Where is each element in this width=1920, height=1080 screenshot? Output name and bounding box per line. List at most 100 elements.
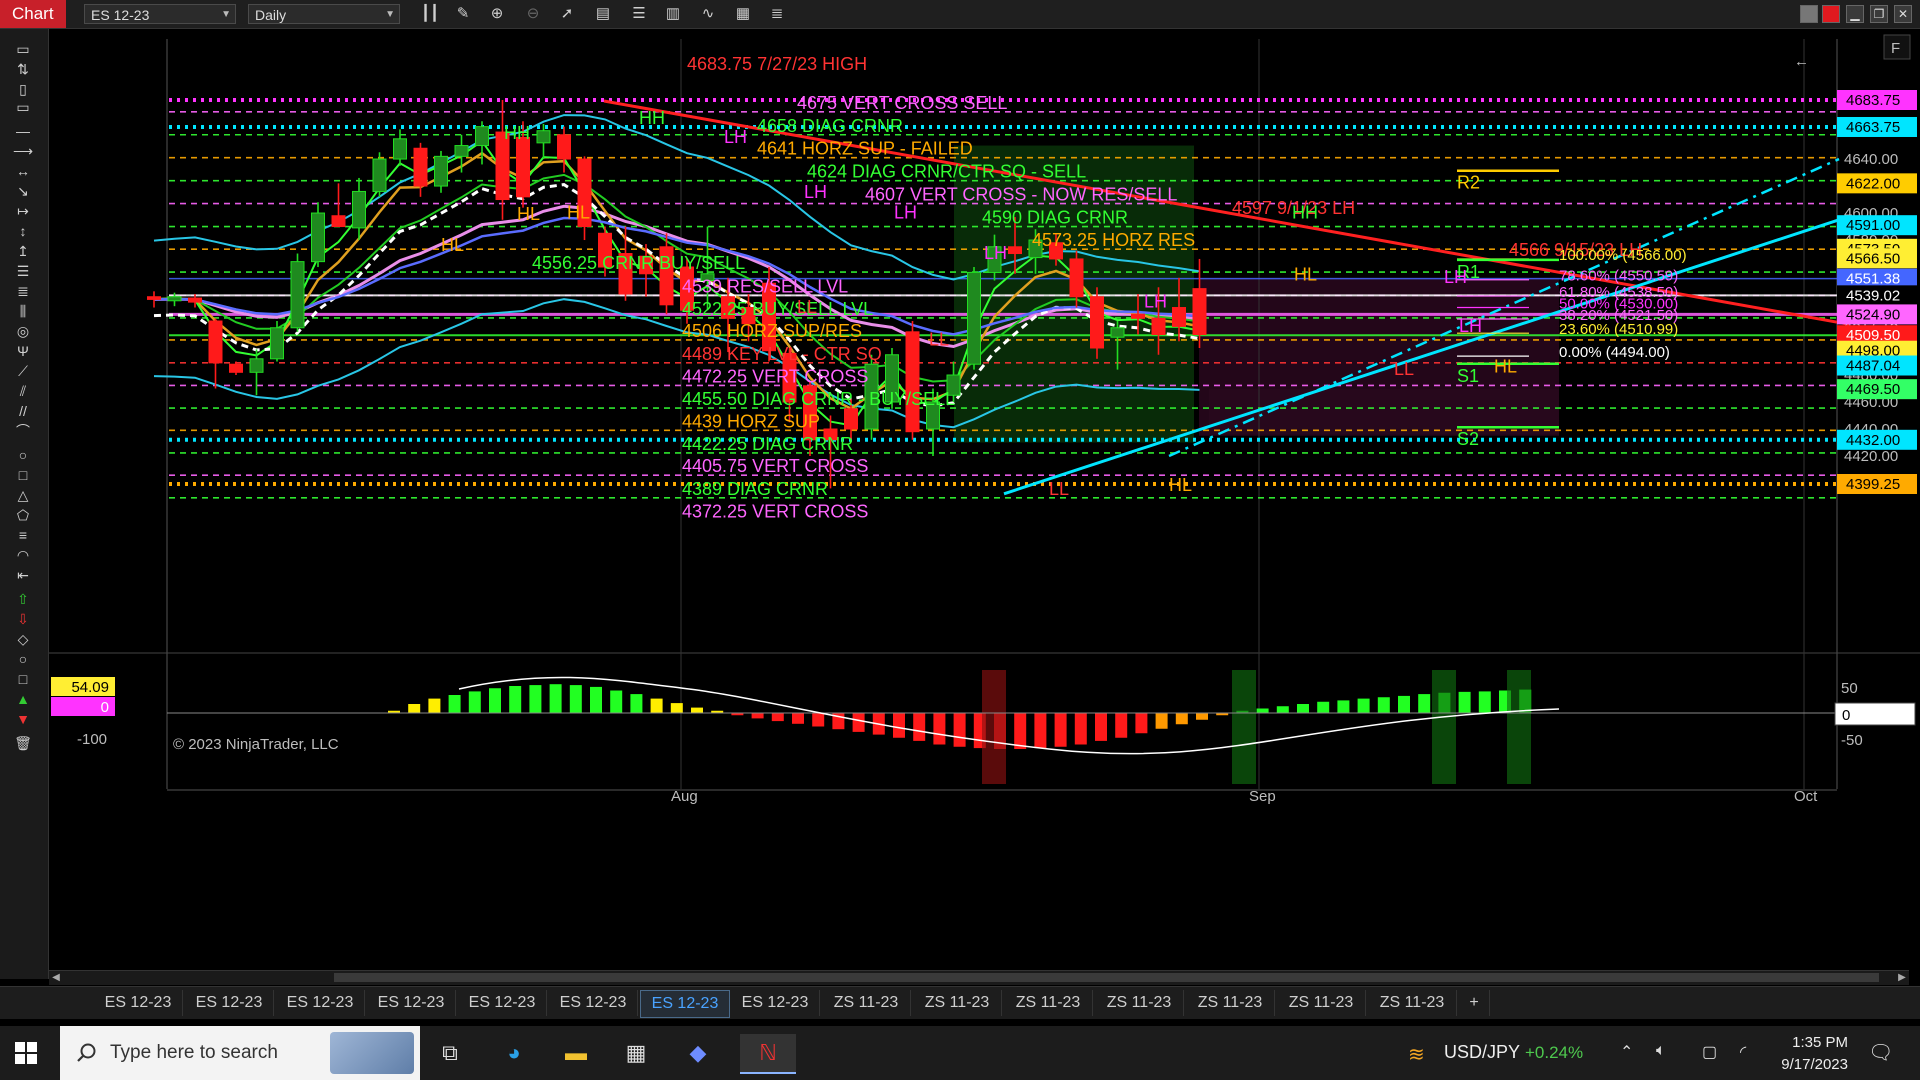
gann-fan-icon[interactable]: ⟋	[12, 361, 34, 381]
task-view-icon[interactable]: ⧉	[430, 1034, 470, 1072]
diamond-icon[interactable]: ◇	[12, 629, 34, 649]
scroll-right-icon[interactable]: ▶	[1895, 971, 1909, 985]
pointer-icon[interactable]: ➚	[556, 4, 578, 24]
price-chart[interactable]: 4683.75 7/27/23 HIGH 4675 VERT CROSS SELL…	[49, 29, 1920, 974]
arc-icon[interactable]: ◠	[12, 545, 34, 565]
arrow-down-icon[interactable]: ⇩	[12, 609, 34, 629]
vertical-line-icon[interactable]: ↕	[12, 221, 34, 241]
extended-line-icon[interactable]: ↔	[12, 161, 34, 181]
chart-tab[interactable]: ZS 11-23	[822, 990, 911, 1016]
clock-date[interactable]: 9/17/2023	[1752, 1056, 1848, 1073]
chart-tab[interactable]: ES 12-23	[640, 990, 730, 1018]
interval-selector[interactable]: Daily ▼	[248, 4, 400, 24]
arrow-line-icon[interactable]: ↘	[12, 181, 34, 201]
zoom-out-icon[interactable]: ⊖	[522, 4, 544, 24]
time-cycles-icon[interactable]: ⌒	[12, 421, 34, 441]
triangle-up-icon[interactable]: ▲	[12, 689, 34, 709]
chart-tab[interactable]: ZS 11-23	[1004, 990, 1093, 1016]
list-icon[interactable]: ≣	[766, 4, 788, 24]
calculator-icon[interactable]: ▦	[616, 1034, 656, 1072]
chart-tab[interactable]: ES 12-23	[276, 990, 365, 1016]
fib-time-icon[interactable]: ⫼	[12, 301, 34, 321]
line-icon[interactable]: —	[12, 121, 34, 141]
instrument-selector[interactable]: ES 12-23 ▼	[84, 4, 236, 24]
speaker-icon[interactable]: 🔈︎	[1656, 1042, 1666, 1060]
scrollbar-thumb[interactable]	[334, 973, 1879, 982]
chart-tab[interactable]: ZS 11-23	[1095, 990, 1184, 1016]
window-restore-button[interactable]: ❐	[1870, 5, 1888, 23]
chart-tab[interactable]: ES 12-23	[185, 990, 274, 1016]
chart-panel[interactable]: 4683.75 7/27/23 HIGH 4675 VERT CROSS SELL…	[49, 29, 1920, 974]
ellipse-icon[interactable]: ○	[12, 445, 34, 465]
ticker-symbol[interactable]: USD/JPY	[1444, 1042, 1520, 1063]
zoom-in-icon[interactable]: ⊕	[486, 4, 508, 24]
indicators-icon[interactable]: ▥	[662, 4, 684, 24]
ray-icon[interactable]: ⟶	[12, 141, 34, 161]
clock-time[interactable]: 1:35 PM	[1752, 1034, 1848, 1051]
triangle-icon[interactable]: △	[12, 485, 34, 505]
square-icon[interactable]: □	[12, 669, 34, 689]
minimize-button[interactable]	[1800, 5, 1818, 23]
window-close-button[interactable]: ✕	[1894, 5, 1912, 23]
search-highlight-image	[330, 1032, 414, 1074]
chart-tab[interactable]: ES 12-23	[94, 990, 183, 1016]
app-icon[interactable]: ◆	[678, 1034, 718, 1072]
chart-tab[interactable]: ES 12-23	[458, 990, 547, 1016]
wifi-icon[interactable]: ◜	[1740, 1042, 1746, 1062]
chart-tab[interactable]: ES 12-23	[367, 990, 456, 1016]
fib-circle-icon[interactable]: ◎	[12, 321, 34, 341]
trash-icon[interactable]: 🗑	[12, 733, 34, 753]
andrews-pitchfork-icon[interactable]: Ψ	[12, 341, 34, 361]
chart-tab[interactable]: ZS 11-23	[1277, 990, 1366, 1016]
swing-label: HH	[504, 123, 530, 143]
chevron-up-icon[interactable]: ⌃	[1620, 1042, 1633, 1062]
price-marker-icon[interactable]: ▯	[12, 79, 34, 99]
chart-tab[interactable]: ZS 11-23	[1186, 990, 1275, 1016]
triangle-down-icon[interactable]: ▼	[12, 709, 34, 729]
oscillator-bar	[569, 685, 582, 713]
chart-tab[interactable]: ZS 11-23	[913, 990, 1002, 1016]
ninjatrader-icon[interactable]: ℕ	[740, 1034, 796, 1074]
edge-icon[interactable]: ◕	[494, 1034, 534, 1072]
strategies-icon[interactable]: ∿	[697, 4, 719, 24]
add-tab-button[interactable]: +	[1459, 990, 1490, 1016]
scroll-left-icon[interactable]: ◀	[49, 971, 63, 985]
level-label: 4573.25 HORZ RES	[1032, 230, 1195, 250]
fib-retracement-icon[interactable]: ☰	[12, 261, 34, 281]
notifications-icon[interactable]: 🗨︎	[1868, 1040, 1893, 1065]
candle-body	[188, 297, 202, 303]
data-box-icon[interactable]: ▤	[592, 4, 614, 24]
horizontal-scrollbar[interactable]: ◀ ▶	[49, 970, 1909, 985]
trend-channel-icon[interactable]: //	[12, 401, 34, 421]
chart-tab[interactable]: ES 12-23	[549, 990, 638, 1016]
templates-icon[interactable]: ▦	[732, 4, 754, 24]
arrow-up-icon[interactable]: ⇧	[12, 589, 34, 609]
oscillator-bar	[1054, 713, 1067, 747]
instrument-value: ES 12-23	[91, 7, 150, 23]
file-explorer-icon[interactable]: ▬	[556, 1034, 596, 1072]
ruler-icon[interactable]: ▭	[12, 39, 34, 59]
risk-reward-icon[interactable]: ⇅	[12, 59, 34, 79]
chart-tab[interactable]: ZS 11-23	[1368, 990, 1457, 1016]
taskbar-search[interactable]: Type here to search	[60, 1026, 420, 1080]
window-minimize-button[interactable]: ▁	[1846, 5, 1864, 23]
vertical-arrow-icon[interactable]: ↥	[12, 241, 34, 261]
back-arrow-icon[interactable]: ←	[1794, 53, 1809, 70]
windows-start-icon[interactable]	[14, 1041, 38, 1065]
dot-icon[interactable]: ○	[12, 649, 34, 669]
path-icon[interactable]: ⇤	[12, 565, 34, 585]
swing-label: HL	[1169, 475, 1192, 495]
regression-channel-icon[interactable]: ⫽	[12, 381, 34, 401]
fib-extension-icon[interactable]: ≣	[12, 281, 34, 301]
polygon-icon[interactable]: ⬠	[12, 505, 34, 525]
text-icon[interactable]: ≡	[12, 525, 34, 545]
properties-icon[interactable]: ☰	[628, 4, 650, 24]
region-icon[interactable]: ▭	[12, 97, 34, 117]
red-square-button[interactable]	[1822, 5, 1840, 23]
horizontal-line-icon[interactable]: ↦	[12, 201, 34, 221]
battery-icon[interactable]: ▢	[1702, 1042, 1717, 1062]
rectangle-icon[interactable]: □	[12, 465, 34, 485]
chart-tab[interactable]: ES 12-23	[731, 990, 820, 1016]
bar-type-icon[interactable]: ┃┃	[419, 4, 441, 24]
pencil-icon[interactable]: ✎	[452, 4, 474, 24]
